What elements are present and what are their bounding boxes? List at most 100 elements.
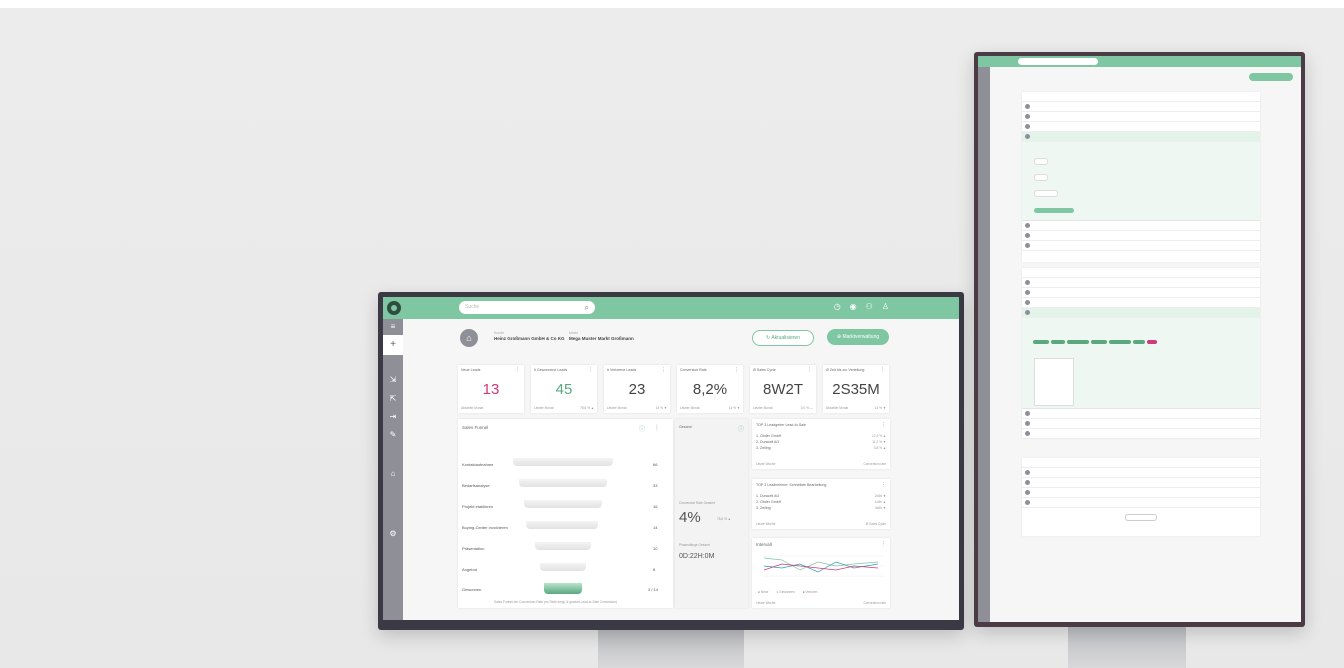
list-item[interactable]	[1022, 288, 1260, 298]
lead-out-icon[interactable]: ⇱	[388, 394, 398, 404]
globe-icon[interactable]: ◉	[850, 302, 857, 311]
small-button[interactable]	[1034, 190, 1058, 197]
list-header	[1022, 458, 1260, 468]
more-icon[interactable]: ⋮	[661, 367, 666, 373]
list-item[interactable]	[1022, 221, 1260, 231]
sidebar	[978, 67, 990, 622]
list-item[interactable]	[1022, 278, 1260, 288]
kpi-value: 23	[628, 381, 646, 398]
menu-icon[interactable]: ≡	[388, 322, 398, 332]
top3-item: 1. Duracell AG	[756, 494, 780, 498]
add-button[interactable]	[1034, 208, 1074, 213]
gesamt-panel: Gesamt ⓘ Conversion Rate Gesamt 4% 78,6 …	[675, 419, 748, 608]
kpi-card: # Verlorene Leads ⋮ 23 Letzter Monat 14 …	[604, 365, 670, 413]
funnel-bar	[524, 500, 602, 508]
top3-val: 11,2 % ▼	[872, 440, 886, 444]
logo-icon[interactable]	[387, 301, 401, 315]
kpi-delta: 14 % ▼	[655, 406, 667, 410]
small-button[interactable]	[1125, 514, 1157, 521]
funnel-bar	[519, 479, 607, 487]
more-icon[interactable]: ⋮	[881, 482, 886, 488]
stand-left	[598, 630, 744, 668]
dashboard-screen: Suche ⌕ ◷ ◉ ⚇ ♙ ≡ + ⇲ ⇱ ⇥ ✎ ⌂ ⚙ ⌂ Kunde …	[383, 297, 959, 620]
top3-val: 12,4 % ▲	[872, 434, 886, 438]
chart-legend: ● Neue ● Gewonnen ● Verloren	[758, 590, 817, 594]
chip-group	[1032, 332, 1182, 350]
kpi-value: 8W2T	[762, 381, 803, 398]
funnel-stage-value: 16	[653, 504, 658, 509]
toggle[interactable]	[1034, 174, 1048, 181]
top3-item: 3. Zeiling	[756, 446, 771, 450]
sales-funnel-panel: Sales Funnel ⓘ ⋮ Kontaktaufnahme 66 Beda…	[458, 419, 673, 608]
list-item[interactable]	[1022, 429, 1260, 439]
funnel-stage-value: 33	[653, 483, 658, 488]
intervall-chart	[763, 555, 884, 577]
list-item[interactable]	[1022, 409, 1260, 419]
list-item[interactable]	[1022, 102, 1260, 112]
list-item[interactable]	[1022, 498, 1260, 508]
lead-in-icon[interactable]: ⇲	[388, 375, 398, 385]
legend-item: ● Verloren	[802, 590, 818, 594]
panel-footer-left: Letzte Woche	[756, 522, 776, 526]
add-icon[interactable]: +	[383, 335, 403, 355]
search-input[interactable]	[1018, 58, 1098, 65]
bank-icon[interactable]: ⌂	[388, 469, 398, 479]
panel-footer-right: Conversion rate	[863, 601, 886, 605]
kpi-title: Neue Leads	[461, 368, 481, 372]
edit-icon[interactable]: ✎	[388, 430, 398, 440]
kpi-value: 45	[555, 381, 573, 398]
kpi-card: Conversion Rate ⋮ 8,2% Letzter Monat 14 …	[677, 365, 743, 413]
user-icon[interactable]: ♙	[882, 302, 889, 311]
monitor-dashboard: Suche ⌕ ◷ ◉ ⚇ ♙ ≡ + ⇲ ⇱ ⇥ ✎ ⌂ ⚙ ⌂ Kunde …	[378, 292, 964, 630]
kpi-card: # Gewonnene Leads ⋮ 45 Letzter Monat 78,…	[531, 365, 597, 413]
list-panel	[1022, 92, 1260, 262]
primary-button[interactable]	[1249, 73, 1293, 81]
kpi-card: Neue Leads ⋮ 13 Aktueller Monat	[458, 365, 524, 413]
monitor-list	[974, 52, 1305, 627]
list-item[interactable]	[1022, 419, 1260, 429]
settings-icon[interactable]: ⚙	[388, 529, 398, 539]
list-item[interactable]	[1022, 468, 1260, 478]
more-icon[interactable]: ⋮	[515, 367, 520, 373]
more-icon[interactable]: ⋮	[588, 367, 593, 373]
list-item[interactable]	[1022, 241, 1260, 251]
more-icon[interactable]: ⋮	[880, 367, 885, 373]
kpi-footer: Letzter Monat	[534, 406, 554, 410]
funnel-stage-value: 8	[653, 567, 656, 572]
list-item-selected[interactable]	[1022, 308, 1260, 318]
dashboard-main: ⌂ Kunde Heinz Großmann GmbH & Co KG Mark…	[403, 319, 959, 620]
list-screen	[978, 56, 1301, 622]
search-input[interactable]: Suche ⌕	[459, 301, 595, 314]
search-icon[interactable]: ⌕	[585, 303, 589, 312]
toggle[interactable]	[1034, 158, 1048, 165]
clock-icon[interactable]: ◷	[834, 302, 841, 311]
more-icon[interactable]: ⋮	[654, 424, 660, 431]
kpi-delta: 0,0 % —	[800, 406, 813, 410]
more-icon[interactable]: ⋮	[734, 367, 739, 373]
info-icon[interactable]: ⓘ	[738, 424, 744, 433]
more-icon[interactable]: ⋮	[881, 422, 886, 428]
list-item[interactable]	[1022, 122, 1260, 132]
list-item[interactable]	[1022, 478, 1260, 488]
funnel-bar	[513, 458, 613, 466]
conv-total-value: 4%	[679, 509, 701, 526]
info-icon[interactable]: ⓘ	[639, 424, 645, 433]
legend-item: ● Neue	[758, 590, 769, 594]
top3-val: 1d4h ▲	[874, 500, 886, 504]
exit-icon[interactable]: ⇥	[388, 412, 398, 422]
kpi-footer: Aktueller Monat	[826, 406, 849, 410]
market-button[interactable]: ⊕ Marktverwaltung	[827, 329, 889, 345]
funnel-stage-label: Präsentation	[462, 546, 485, 551]
refresh-label: Aktualisieren	[771, 335, 800, 341]
list-item-selected[interactable]	[1022, 132, 1260, 142]
list-item[interactable]	[1022, 231, 1260, 241]
refresh-button[interactable]: ↻ Aktualisieren	[752, 330, 814, 346]
funnel-stage-label: Buying-Center involvieren	[462, 525, 508, 530]
list-item[interactable]	[1022, 298, 1260, 308]
list-item[interactable]	[1022, 112, 1260, 122]
more-icon[interactable]: ⋮	[881, 541, 886, 547]
more-icon[interactable]: ⋮	[807, 367, 812, 373]
list-item[interactable]	[1022, 488, 1260, 498]
dropdown-list[interactable]	[1034, 358, 1074, 406]
users-icon[interactable]: ⚇	[866, 302, 873, 311]
